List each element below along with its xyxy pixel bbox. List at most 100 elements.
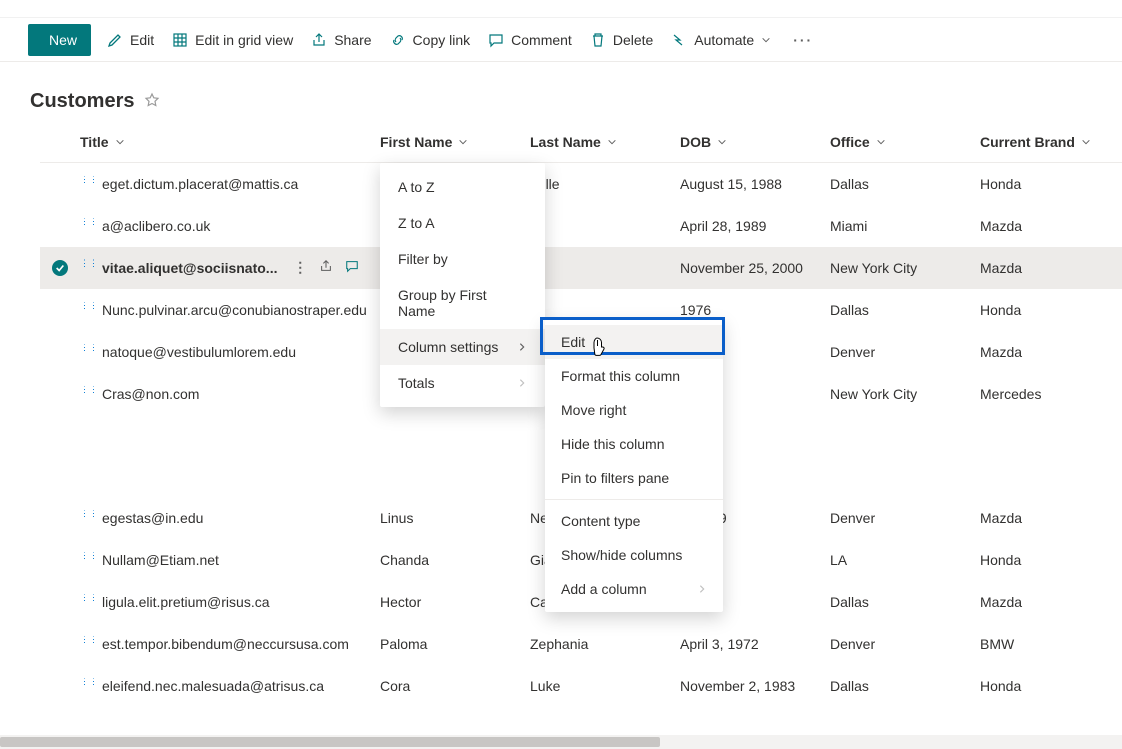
menu-sort-asc[interactable]: A to Z	[380, 169, 545, 205]
cell-first: Cora	[380, 678, 530, 694]
cell-title[interactable]: ⋮⋮est.tempor.bibendum@neccursusa.com	[80, 636, 380, 652]
cell-title[interactable]: ⋮⋮egestas@in.edu	[80, 510, 380, 526]
link-icon	[390, 32, 406, 48]
submenu-hide-column[interactable]: Hide this column	[545, 427, 723, 461]
item-new-icon: ⋮⋮	[80, 510, 98, 520]
cell-brand: Honda	[980, 176, 1122, 192]
share-button[interactable]: Share	[309, 28, 373, 52]
menu-filter-by[interactable]: Filter by	[380, 241, 545, 277]
table-row[interactable]: ⋮⋮eleifend.nec.malesuada@atrisus.caCoraL…	[40, 665, 1122, 707]
cell-dob: November 25, 2000	[680, 260, 830, 276]
cell-title[interactable]: ⋮⋮Cras@non.com	[80, 386, 380, 402]
cell-brand: Mazda	[980, 510, 1122, 526]
table-row[interactable]: ⋮⋮est.tempor.bibendum@neccursusa.comPalo…	[40, 623, 1122, 665]
automate-button[interactable]: Automate	[669, 28, 773, 52]
automate-icon	[671, 32, 687, 48]
header-row: Title First Name Last Name DOB Office Cu…	[40, 121, 1122, 163]
submenu-edit[interactable]: Edit	[545, 325, 723, 359]
item-new-icon: ⋮⋮	[80, 594, 98, 604]
pencil-icon	[107, 32, 123, 48]
submenu-content-type[interactable]: Content type	[545, 504, 723, 538]
col-header-office[interactable]: Office	[830, 134, 980, 150]
row-select[interactable]	[40, 260, 80, 276]
more-icon[interactable]: ⋮	[293, 259, 307, 276]
column-context-menu: A to Z Z to A Filter by Group by First N…	[380, 163, 545, 407]
submenu-show-hide-cols[interactable]: Show/hide columns	[545, 538, 723, 572]
chevron-down-icon	[1081, 137, 1091, 147]
cell-dob: November 2, 1983	[680, 678, 830, 694]
edit-grid-button[interactable]: Edit in grid view	[170, 28, 295, 52]
chevron-right-icon	[517, 378, 527, 388]
cell-title[interactable]: ⋮⋮eleifend.nec.malesuada@atrisus.ca	[80, 678, 380, 694]
chevron-down-icon	[115, 137, 125, 147]
item-new-icon: ⋮⋮	[80, 344, 98, 354]
cell-title[interactable]: ⋮⋮ligula.elit.pretium@risus.ca	[80, 594, 380, 610]
menu-totals[interactable]: Totals	[380, 365, 545, 401]
cell-last: th	[530, 260, 680, 276]
cell-office: Dallas	[830, 176, 980, 192]
menu-column-settings[interactable]: Column settings	[380, 329, 545, 365]
cell-last: Luke	[530, 678, 680, 694]
horizontal-scrollbar[interactable]	[0, 735, 1122, 749]
cell-title[interactable]: ⋮⋮Nunc.pulvinar.arcu@conubianostraper.ed…	[80, 302, 380, 318]
cell-title[interactable]: ⋮⋮eget.dictum.placerat@mattis.ca	[80, 176, 380, 192]
column-settings-submenu: Edit Format this column Move right Hide …	[545, 319, 723, 612]
table-row[interactable]: ⋮⋮vitae.aliquet@sociisnato... ⋮ thNovembe…	[40, 247, 1122, 289]
col-header-title[interactable]: Title	[80, 134, 380, 150]
item-new-icon: ⋮⋮	[80, 636, 98, 646]
cell-office: Dallas	[830, 302, 980, 318]
chevron-down-icon	[761, 35, 771, 45]
comment-button[interactable]: Comment	[486, 28, 574, 52]
favorite-star-icon[interactable]	[144, 92, 160, 111]
cell-dob: April 28, 1989	[680, 218, 830, 234]
submenu-move-right[interactable]: Move right	[545, 393, 723, 427]
table-row[interactable]: ⋮⋮eget.dictum.placerat@mattis.cabelleAug…	[40, 163, 1122, 205]
submenu-pin-filters[interactable]: Pin to filters pane	[545, 461, 723, 495]
edit-button[interactable]: Edit	[105, 28, 156, 52]
cell-title[interactable]: ⋮⋮a@aclibero.co.uk	[80, 218, 380, 234]
delete-button[interactable]: Delete	[588, 28, 655, 52]
cell-title[interactable]: ⋮⋮Nullam@Etiam.net	[80, 552, 380, 568]
submenu-format-column[interactable]: Format this column	[545, 359, 723, 393]
menu-group-by[interactable]: Group by First Name	[380, 277, 545, 329]
more-button[interactable]: ···	[787, 32, 819, 48]
copy-link-button[interactable]: Copy link	[388, 28, 473, 52]
item-new-icon: ⋮⋮	[80, 552, 98, 562]
cell-brand: Mazda	[980, 594, 1122, 610]
command-bar: New Edit Edit in grid view Share Copy li…	[0, 18, 1122, 62]
col-header-firstname[interactable]: First Name	[380, 134, 530, 150]
cell-first: Chanda	[380, 552, 530, 568]
new-button[interactable]: New	[28, 24, 91, 56]
cell-brand: Mazda	[980, 260, 1122, 276]
grid-icon	[172, 32, 188, 48]
cell-office: New York City	[830, 260, 980, 276]
cell-dob: April 3, 1972	[680, 636, 830, 652]
cell-brand: BMW	[980, 636, 1122, 652]
data-grid: Title First Name Last Name DOB Office Cu…	[0, 121, 1122, 707]
cell-brand: Honda	[980, 678, 1122, 694]
list-header: Customers	[0, 62, 1122, 121]
submenu-add-column[interactable]: Add a column	[545, 572, 723, 606]
chevron-down-icon	[607, 137, 617, 147]
table-row[interactable]: ⋮⋮a@aclibero.co.ukthApril 28, 1989MiamiM…	[40, 205, 1122, 247]
scrollbar-thumb[interactable]	[0, 737, 660, 747]
comment-icon[interactable]	[345, 259, 359, 276]
cell-brand: Mazda	[980, 218, 1122, 234]
col-header-dob[interactable]: DOB	[680, 134, 830, 150]
cell-title[interactable]: ⋮⋮natoque@vestibulumlorem.edu	[80, 344, 380, 360]
item-new-icon: ⋮⋮	[80, 259, 98, 269]
share-icon	[311, 32, 327, 48]
cell-office: Denver	[830, 510, 980, 526]
share-icon[interactable]	[319, 259, 333, 276]
cell-office: Dallas	[830, 594, 980, 610]
page-title: Customers	[30, 90, 134, 113]
item-new-icon: ⋮⋮	[80, 218, 98, 228]
cell-brand: Honda	[980, 302, 1122, 318]
chevron-down-icon	[458, 137, 468, 147]
cell-title[interactable]: ⋮⋮vitae.aliquet@sociisnato... ⋮	[80, 259, 380, 276]
col-header-lastname[interactable]: Last Name	[530, 134, 680, 150]
menu-sort-desc[interactable]: Z to A	[380, 205, 545, 241]
item-new-icon: ⋮⋮	[80, 678, 98, 688]
cell-brand: Mercedes	[980, 386, 1122, 402]
col-header-brand[interactable]: Current Brand	[980, 134, 1122, 150]
